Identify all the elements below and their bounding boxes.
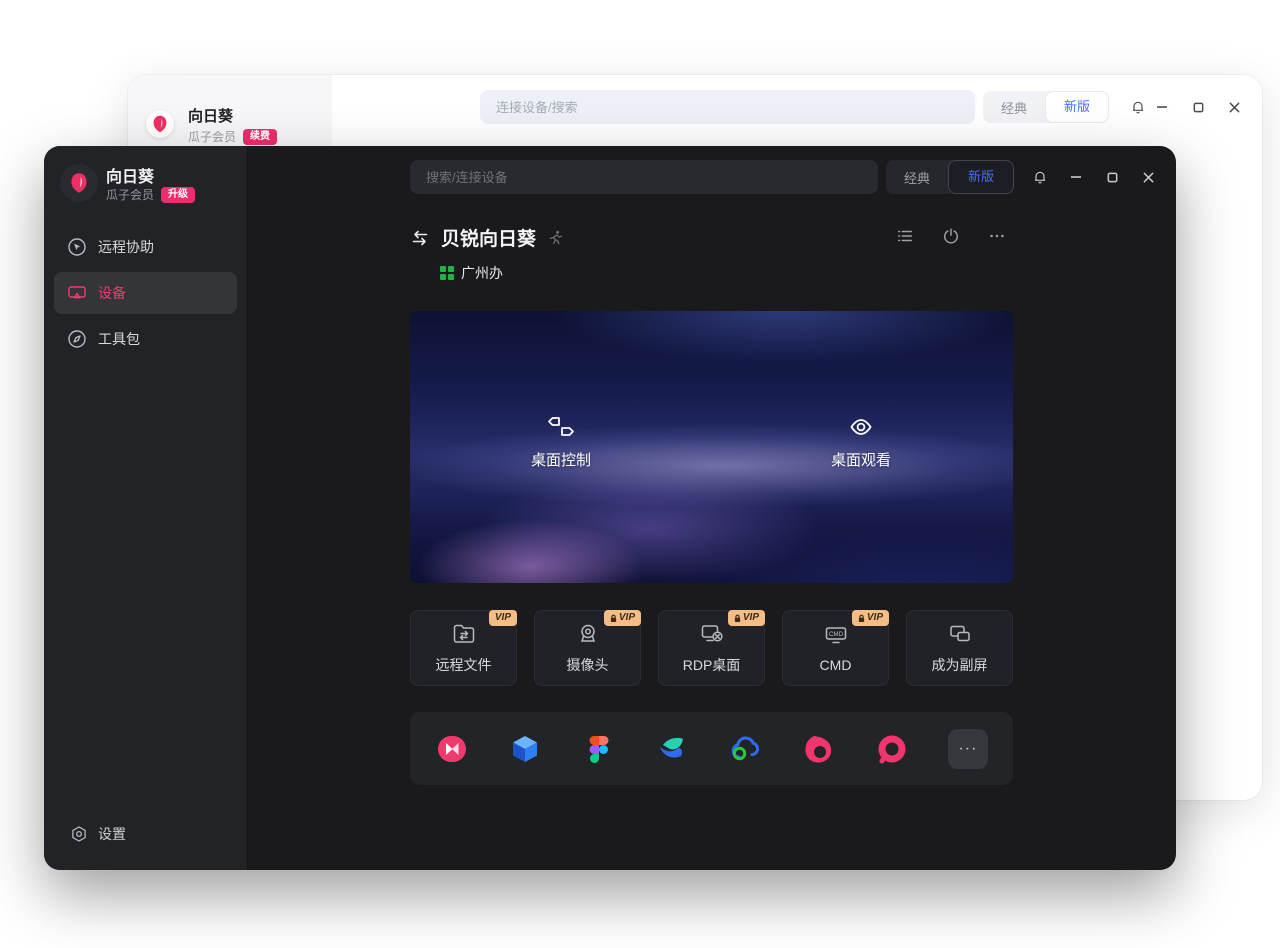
desktop-watch-button[interactable]: 桌面观看 [781, 414, 941, 470]
close-icon[interactable] [1139, 168, 1157, 186]
membership-row: 瓜子会员 续费 [188, 128, 278, 145]
online-grid-icon [440, 266, 454, 280]
action-label: 远程文件 [435, 657, 492, 673]
more-apps-button[interactable]: ··· [947, 728, 988, 769]
notification-bell-icon[interactable] [1031, 168, 1049, 186]
app-title: 向日葵 [106, 169, 155, 186]
new-version-tab[interactable]: 新版 [1045, 91, 1109, 123]
action-label: 成为副屏 [931, 657, 988, 673]
sidebar-item-remote-assist[interactable]: 远程协助 [54, 226, 237, 268]
gear-icon [70, 825, 88, 843]
power-icon[interactable] [941, 226, 961, 246]
cmd-button[interactable]: VIP CMD CMD [782, 610, 889, 686]
sidebar: 向日葵 瓜子会员 升级 远程协助 设备 工具包 设置 [44, 146, 248, 870]
oray-ring-app-icon[interactable] [875, 732, 909, 766]
device-header-actions [895, 226, 1007, 246]
close-icon[interactable] [1225, 98, 1243, 116]
desktop-control-button[interactable]: 桌面控制 [481, 414, 641, 470]
sidebar-item-label: 设备 [98, 285, 126, 301]
camera-icon [575, 621, 601, 647]
second-screen-button[interactable]: 成为副屏 [906, 610, 1013, 686]
device-group-label: 广州办 [461, 265, 503, 281]
cmd-icon: CMD [823, 623, 849, 649]
maximize-icon[interactable] [1103, 168, 1121, 186]
app-shortcuts-row: ··· [410, 712, 1013, 785]
app-title: 向日葵 [188, 108, 234, 125]
lock-icon [858, 614, 864, 622]
remote-file-icon [451, 621, 477, 647]
version-toggle: 经典 新版 [886, 160, 1014, 194]
classic-tab[interactable]: 经典 [886, 168, 948, 187]
remote-file-button[interactable]: VIP 远程文件 [410, 610, 517, 686]
eye-icon [846, 414, 876, 440]
desktop-preview: 桌面控制 桌面观看 [410, 311, 1013, 583]
membership-row: 瓜子会员 升级 [106, 186, 196, 203]
blue-cube-app-icon[interactable] [508, 732, 542, 766]
action-label: 桌面控制 [530, 452, 591, 469]
device-title: 贝锐向日葵 [441, 229, 537, 250]
more-ellipsis-icon[interactable] [987, 226, 1007, 246]
toolkit-icon [67, 329, 87, 349]
main-window: 向日葵 瓜子会员 升级 远程协助 设备 工具包 设置 搜索/连接设备 经典 新版… [44, 146, 1176, 870]
secondary-actions-row: VIP 远程文件 VIP 摄像头 VIP RDP桌面 VIP CMD CMD 成… [410, 610, 1013, 686]
action-label: 摄像头 [566, 657, 609, 673]
upgrade-badge[interactable]: 升级 [161, 186, 196, 203]
search-input[interactable] [410, 160, 878, 194]
vip-badge-locked: VIP [851, 610, 889, 626]
running-icon [547, 229, 564, 246]
sunflower-remote-app-icon[interactable] [435, 732, 469, 766]
sidebar-item-devices[interactable]: 设备 [54, 272, 237, 314]
lock-icon [610, 614, 616, 622]
minimize-icon[interactable] [1067, 168, 1085, 186]
minimize-icon[interactable] [1153, 98, 1171, 116]
action-label: 桌面观看 [830, 452, 891, 469]
maximize-icon[interactable] [1189, 98, 1207, 116]
remote-assist-icon [67, 237, 87, 257]
settings-button[interactable]: 设置 [70, 824, 126, 844]
membership-label: 瓜子会员 [188, 130, 237, 144]
cloud-app-icon[interactable] [728, 732, 762, 766]
second-screen-icon [947, 621, 973, 647]
rdp-desktop-icon [699, 621, 725, 647]
figma-app-icon[interactable] [582, 732, 616, 766]
membership-label: 瓜子会员 [106, 188, 155, 202]
version-toggle: 经典 新版 [983, 91, 1109, 123]
dandelion-app-icon[interactable] [655, 732, 689, 766]
device-icon [67, 283, 87, 303]
rdp-desktop-button[interactable]: VIP RDP桌面 [658, 610, 765, 686]
action-label: RDP桌面 [682, 657, 741, 673]
sidebar-menu: 远程协助 设备 工具包 [54, 226, 237, 364]
swap-arrows-icon [546, 414, 576, 440]
more-apps-glyph: ··· [958, 739, 978, 757]
search-input[interactable] [480, 90, 975, 124]
new-version-tab[interactable]: 新版 [948, 160, 1014, 194]
settings-label: 设置 [98, 826, 126, 842]
device-header: 贝锐向日葵 [410, 224, 564, 251]
oray-drop-app-icon[interactable] [801, 732, 835, 766]
list-view-icon[interactable] [895, 226, 915, 246]
action-label: CMD [819, 657, 852, 673]
sidebar-item-label: 工具包 [98, 331, 140, 347]
notification-bell-icon[interactable] [1129, 98, 1147, 116]
vip-badge: VIP [488, 610, 517, 626]
camera-button[interactable]: VIP 摄像头 [534, 610, 641, 686]
swap-connection-icon[interactable] [410, 228, 430, 248]
vip-badge-locked: VIP [727, 610, 765, 626]
renew-badge[interactable]: 续费 [243, 128, 278, 145]
classic-tab[interactable]: 经典 [983, 98, 1045, 117]
vip-badge-locked: VIP [603, 610, 641, 626]
sidebar-item-toolkit[interactable]: 工具包 [54, 318, 237, 360]
lock-icon [734, 614, 740, 622]
sunflower-logo-icon [60, 164, 98, 202]
device-group-row: 广州办 [440, 263, 503, 283]
svg-text:CMD: CMD [828, 631, 843, 638]
sunflower-logo-icon [146, 110, 174, 138]
sidebar-item-label: 远程协助 [98, 239, 154, 255]
